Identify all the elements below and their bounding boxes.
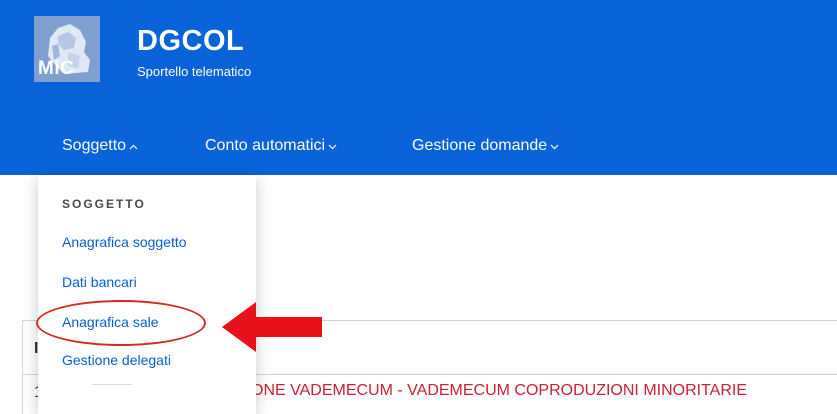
soggetto-dropdown-menu: SOGGETTO Anagrafica soggetto Dati bancar… [38,175,256,414]
chevron-up-icon [129,136,138,156]
header-bar: MiC DGCOL Sportello telematico Soggetto … [0,0,837,175]
red-arrow-icon [222,302,322,352]
nav-item-label: Soggetto [62,137,127,155]
chevron-down-icon [328,136,337,156]
highlight-ellipse [36,300,206,346]
dropdown-heading: SOGGETTO [62,197,146,211]
logo-text: MiC [38,58,75,79]
menu-item-dati-bancari[interactable]: Dati bancari [62,273,137,291]
nav-item-soggetto[interactable]: Soggetto [62,136,138,156]
nav-item-conto-automatici[interactable]: Conto automatici [205,136,337,156]
nav-item-label: Gestione domande [412,137,548,155]
menu-item-anagrafica-soggetto[interactable]: Anagrafica soggetto [62,233,187,251]
mic-logo[interactable]: MiC [34,16,100,82]
menu-item-gestione-delegati[interactable]: Gestione delegati [62,351,171,369]
chevron-down-icon [550,136,559,156]
vademecum-link[interactable]: ONE VADEMECUM - VADEMECUM COPRODUZIONI M… [251,382,747,400]
app-subtitle: Sportello telematico [137,64,252,79]
dropdown-divider [92,384,132,385]
nav-item-gestione-domande[interactable]: Gestione domande [412,136,559,156]
app-title: DGCOL [137,25,245,57]
nav-item-label: Conto automatici [205,137,326,155]
